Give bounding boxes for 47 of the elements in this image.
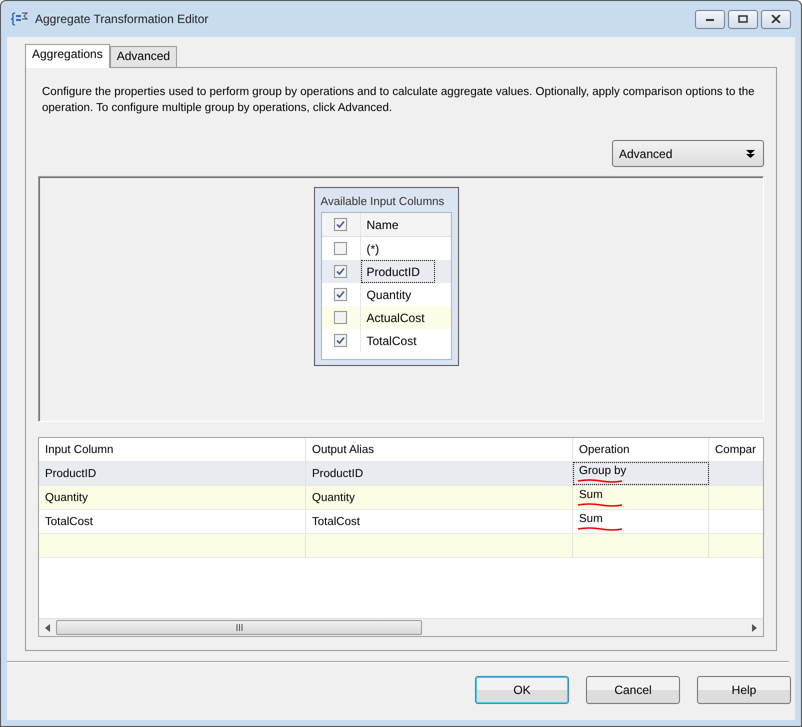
window-title: Aggregate Transformation Editor [35, 12, 210, 26]
select-all-checkbox[interactable] [334, 218, 347, 231]
double-down-arrow-icon [746, 149, 755, 158]
dialog-button[interactable]: Help [697, 676, 791, 704]
table-cell: ProductID [312, 468, 364, 480]
dialog-button[interactable]: OK [475, 676, 569, 704]
grid-row[interactable]: ProductID ProductID Group by [39, 462, 763, 486]
column-header[interactable]: Compar [709, 438, 763, 461]
maximize-button[interactable] [728, 10, 758, 28]
tab[interactable]: Aggregations [25, 44, 110, 68]
close-icon [771, 15, 781, 23]
checkbox[interactable] [334, 334, 347, 347]
column-header: Name [366, 216, 400, 234]
checkbox[interactable] [334, 311, 347, 324]
minimize-button[interactable] [695, 10, 725, 28]
right-arrow-icon[interactable] [752, 624, 757, 632]
table-cell: TotalCost [45, 516, 93, 528]
table-cell: Quantity [45, 492, 88, 504]
checkbox[interactable] [334, 242, 347, 255]
horizontal-scrollbar[interactable] [39, 618, 763, 636]
scroll-thumb[interactable] [56, 620, 422, 635]
panel-title: Available Input Columns [320, 195, 446, 210]
column-header[interactable]: Operation [573, 438, 709, 461]
table-cell: TotalCost [312, 516, 360, 528]
grid-row[interactable]: Quantity Quantity Sum [39, 486, 763, 510]
minimize-icon [705, 16, 715, 22]
list-row[interactable]: ActualCost [322, 306, 450, 329]
list-row[interactable]: TotalCost [322, 329, 450, 352]
app-icon [11, 11, 29, 27]
checkbox[interactable] [334, 265, 347, 278]
close-button[interactable] [761, 10, 791, 28]
column-header[interactable]: Output Alias [306, 438, 573, 461]
table-cell: Sum [579, 488, 603, 502]
description-text: Configure the properties used to perform group by operations and to calculate aggregate values. Optionally, apply comparison options to the operation. To configure multiple group by operations, click Advanced. [42, 85, 756, 116]
table-cell: Sum [579, 512, 603, 526]
dialog-button[interactable]: Cancel [586, 676, 680, 704]
tab[interactable]: Advanced [110, 46, 178, 67]
grip-icon [236, 624, 242, 631]
maximize-icon [738, 15, 748, 23]
table-cell: Quantity [312, 492, 355, 504]
table-cell: Group by [579, 464, 626, 478]
column-header[interactable]: Input Column [39, 438, 306, 461]
checkbox[interactable] [334, 288, 347, 301]
left-arrow-icon[interactable] [45, 624, 50, 632]
advanced-button[interactable]: Advanced [612, 140, 764, 167]
list-row[interactable]: ProductID [322, 260, 450, 283]
table-cell: ProductID [45, 468, 96, 480]
